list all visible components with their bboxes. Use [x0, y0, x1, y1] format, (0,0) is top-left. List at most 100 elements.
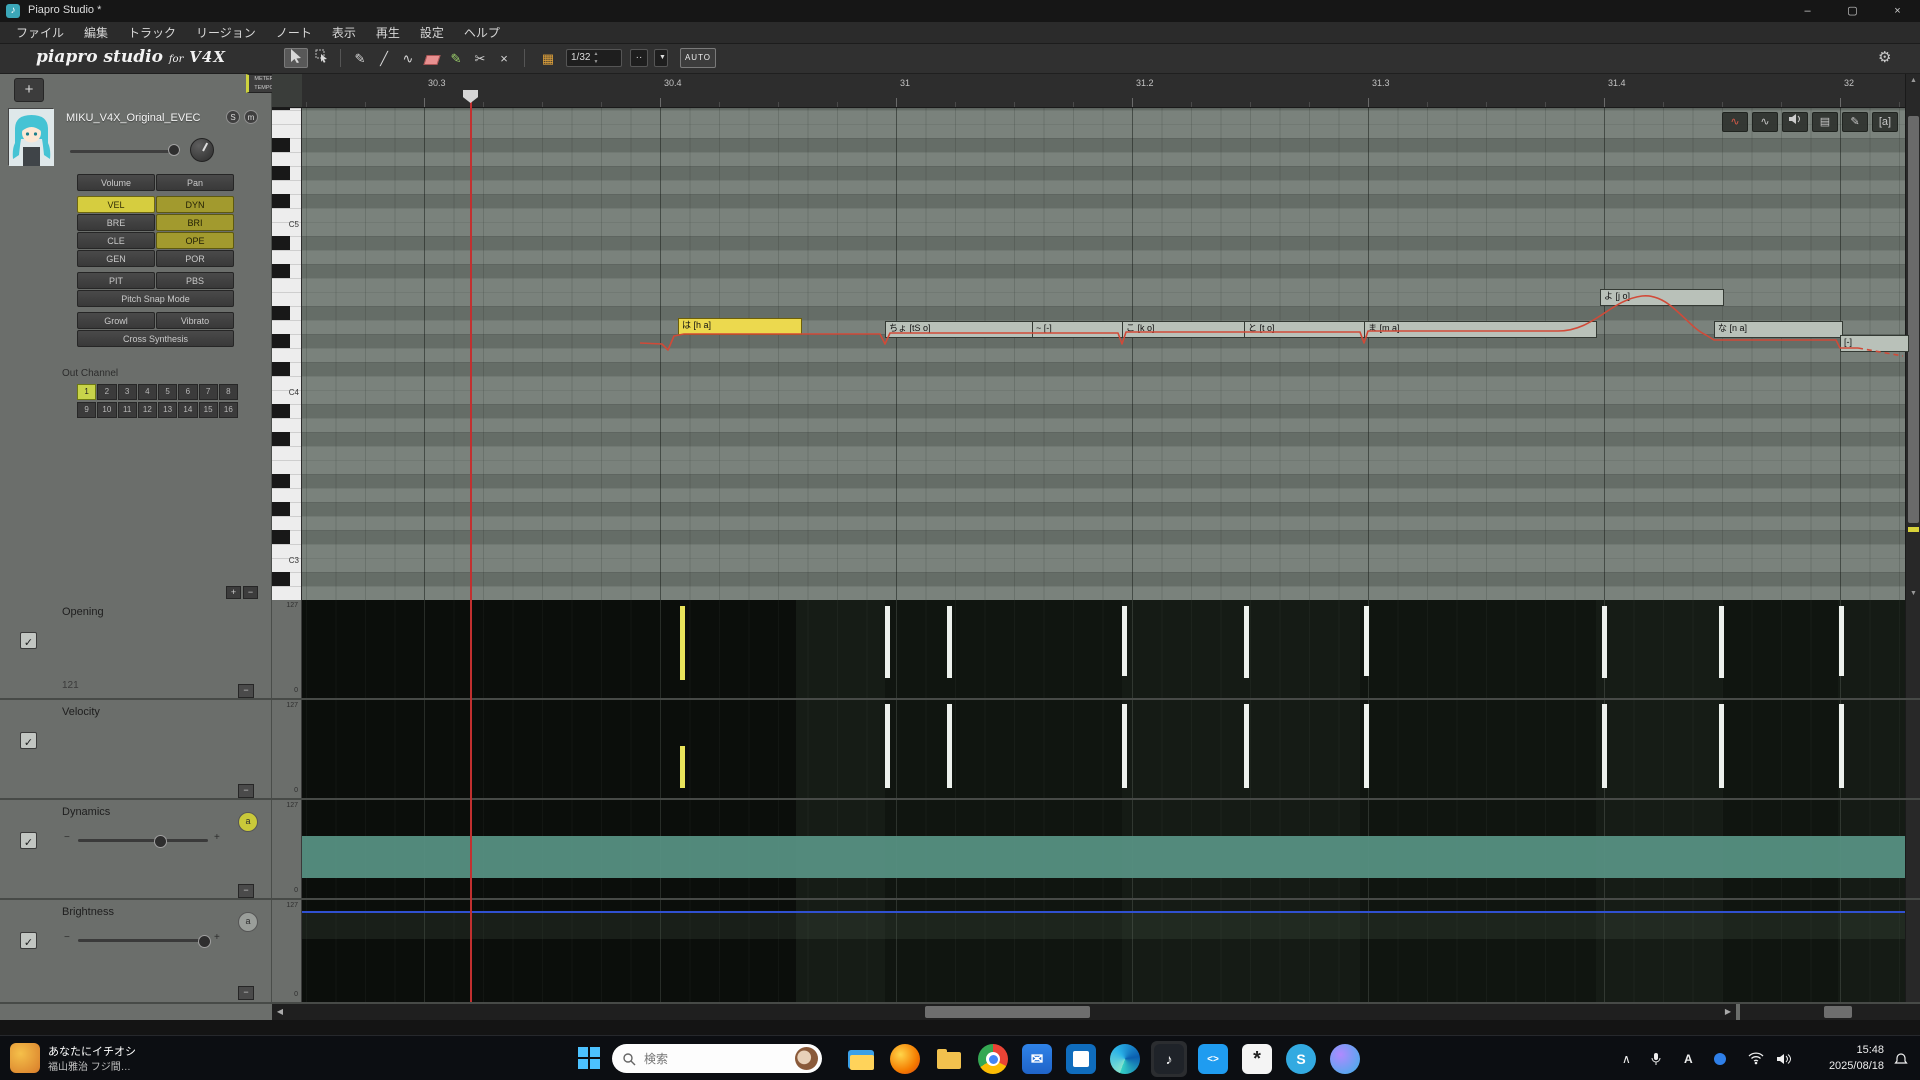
- param-por-button[interactable]: POR: [156, 250, 234, 267]
- dynamics-slider-plus[interactable]: +: [214, 832, 220, 843]
- eraser-tool[interactable]: [420, 48, 444, 68]
- timeline-ruler[interactable]: 30.3 30.4 31 31.2 31.3 31.4 32: [302, 74, 1920, 108]
- zoom-out-button[interactable]: −: [243, 586, 258, 599]
- horizontal-scroll-thumb[interactable]: [925, 1006, 1090, 1018]
- lane-brightness-checkbox[interactable]: ✓: [20, 932, 37, 949]
- ime-mode-indicator[interactable]: A: [1684, 1036, 1693, 1080]
- param-ope-button[interactable]: OPE: [156, 232, 234, 249]
- param-dyn-button[interactable]: DYN: [156, 196, 234, 213]
- menu-play[interactable]: 再生: [366, 22, 410, 44]
- taskbar-search[interactable]: [612, 1044, 822, 1073]
- mail-icon[interactable]: ✉: [1022, 1044, 1052, 1074]
- singer-avatar[interactable]: [8, 108, 53, 165]
- cross-synthesis-button[interactable]: Cross Synthesis: [77, 330, 234, 347]
- menu-track[interactable]: トラック: [118, 22, 186, 44]
- minimize-button[interactable]: –: [1785, 0, 1830, 22]
- mute-button[interactable]: m: [244, 110, 258, 124]
- brightness-value-line[interactable]: [302, 911, 1905, 913]
- velocity-bar[interactable]: [680, 746, 685, 788]
- channel-11[interactable]: 11: [118, 402, 137, 418]
- zoom-in-button[interactable]: +: [226, 586, 241, 599]
- channel-6[interactable]: 6: [178, 384, 197, 400]
- skype-icon[interactable]: S: [1286, 1044, 1316, 1074]
- chrome-icon[interactable]: [978, 1044, 1008, 1074]
- vertical-scrollbar[interactable]: ▲ ▼: [1905, 74, 1920, 1004]
- solo-button[interactable]: S: [226, 110, 240, 124]
- channel-13[interactable]: 13: [158, 402, 177, 418]
- volume-slider-knob[interactable]: [168, 144, 180, 156]
- lane-dynamics-checkbox[interactable]: ✓: [20, 832, 37, 849]
- track-volume-slider[interactable]: [70, 150, 180, 153]
- velocity-bar[interactable]: [1364, 704, 1369, 788]
- channel-16[interactable]: 16: [219, 402, 238, 418]
- growl-button[interactable]: Growl: [77, 312, 155, 329]
- zoom-scroll-thumb[interactable]: [1824, 1006, 1852, 1018]
- close-button[interactable]: ×: [1875, 0, 1920, 22]
- tray-chevron-icon[interactable]: ∧: [1622, 1036, 1631, 1080]
- dynamics-slider-min[interactable]: −: [64, 832, 70, 843]
- scroll-up-arrow[interactable]: ▲: [1906, 74, 1920, 87]
- channel-12[interactable]: 12: [138, 402, 157, 418]
- dynamics-auto-badge[interactable]: a: [238, 812, 258, 832]
- lane-velocity-checkbox[interactable]: ✓: [20, 732, 37, 749]
- line-tool[interactable]: ╱: [372, 48, 396, 68]
- piano-roll-canvas[interactable]: は [h a] ちょ [tS o] ~ [-] こ [k o] と [t o] …: [302, 108, 1905, 600]
- curve-tool[interactable]: ∿: [396, 48, 420, 68]
- menu-note[interactable]: ノート: [266, 22, 322, 44]
- menu-edit[interactable]: 編集: [74, 22, 118, 44]
- lane-brightness-collapse[interactable]: −: [238, 986, 254, 1000]
- dynamics-slider-knob[interactable]: [154, 835, 167, 848]
- opening-lane-canvas[interactable]: [302, 600, 1905, 698]
- browser-icon[interactable]: [1330, 1044, 1360, 1074]
- velocity-bar[interactable]: [1122, 704, 1127, 788]
- menu-settings[interactable]: 設定: [410, 22, 454, 44]
- wifi-icon[interactable]: [1748, 1036, 1764, 1080]
- layers-button[interactable]: ▤: [1812, 112, 1838, 132]
- channel-10[interactable]: 10: [97, 402, 116, 418]
- maximize-button[interactable]: ▢: [1830, 0, 1875, 22]
- opening-bar[interactable]: [1364, 606, 1369, 676]
- show-pan-button[interactable]: Pan: [156, 174, 234, 191]
- snap-extra-button[interactable]: ··: [630, 49, 648, 67]
- channel-9[interactable]: 9: [77, 402, 96, 418]
- param-bri-button[interactable]: BRI: [156, 214, 234, 231]
- channel-7[interactable]: 7: [199, 384, 218, 400]
- calendar-icon[interactable]: [1066, 1044, 1096, 1074]
- snap-value-select[interactable]: 1/32▲▼: [566, 49, 622, 67]
- channel-14[interactable]: 14: [178, 402, 197, 418]
- brightness-slider-knob[interactable]: [198, 935, 211, 948]
- vibrato-button[interactable]: Vibrato: [156, 312, 234, 329]
- brightness-slider[interactable]: [78, 939, 208, 942]
- pitch-snap-mode-button[interactable]: Pitch Snap Mode: [77, 290, 234, 307]
- widget-headline[interactable]: あなたにイチオシ: [48, 1043, 136, 1059]
- lane-velocity-collapse[interactable]: −: [238, 784, 254, 798]
- velocity-bar[interactable]: [947, 704, 952, 788]
- param-pbs-button[interactable]: PBS: [156, 272, 234, 289]
- velocity-bar[interactable]: [1602, 704, 1607, 788]
- settings-gear-icon[interactable]: ⚙: [1878, 48, 1891, 66]
- lane-opening-collapse[interactable]: −: [238, 684, 254, 698]
- opening-bar[interactable]: [1122, 606, 1127, 676]
- firefox-icon[interactable]: [890, 1044, 920, 1074]
- bluetooth-tray-icon[interactable]: [1714, 1036, 1726, 1080]
- pitch-line-tool[interactable]: ∿: [1722, 112, 1748, 132]
- snap-dropdown[interactable]: ▼: [654, 49, 668, 67]
- opening-bar[interactable]: [1244, 606, 1249, 678]
- pitch-hidden-tool[interactable]: ∿: [1752, 112, 1778, 132]
- menu-region[interactable]: リージョン: [186, 22, 266, 44]
- brightness-slider-min[interactable]: −: [64, 932, 70, 943]
- show-volume-button[interactable]: Volume: [77, 174, 155, 191]
- edge-icon[interactable]: [1110, 1044, 1140, 1074]
- channel-3[interactable]: 3: [118, 384, 137, 400]
- velocity-lane-canvas[interactable]: [302, 700, 1905, 798]
- phoneme-toggle-button[interactable]: [a]: [1872, 112, 1898, 132]
- velocity-bar[interactable]: [1244, 704, 1249, 788]
- add-track-button[interactable]: +: [14, 78, 44, 102]
- weather-widget-icon[interactable]: [10, 1043, 40, 1073]
- auto-button[interactable]: AUTO: [680, 48, 716, 68]
- brightness-auto-badge[interactable]: a: [238, 912, 258, 932]
- piapro-app-icon[interactable]: ♪: [1154, 1044, 1184, 1074]
- horizontal-scrollbar[interactable]: ◀ ▶: [272, 1004, 1736, 1020]
- dynamics-lane-canvas[interactable]: [302, 800, 1905, 898]
- lane-opening-checkbox[interactable]: ✓: [20, 632, 37, 649]
